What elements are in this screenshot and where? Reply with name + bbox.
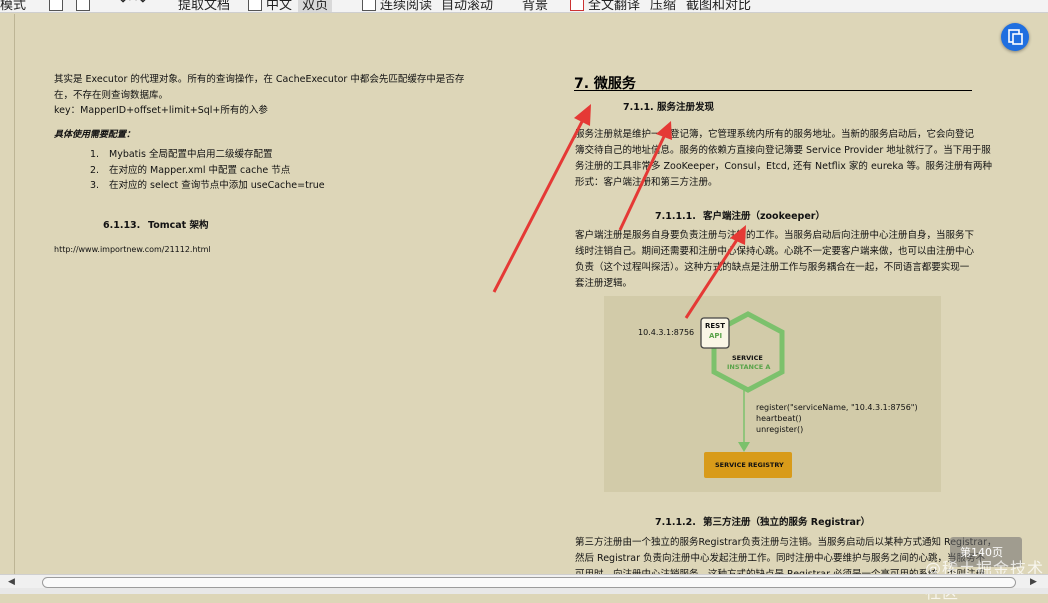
red-arrow-2 — [618, 127, 670, 231]
red-arrowhead-3 — [730, 225, 746, 245]
float-tool-button[interactable] — [1001, 23, 1029, 51]
status-bar — [0, 588, 1048, 594]
scroll-thumb[interactable] — [42, 577, 1016, 588]
red-arrow-3 — [684, 231, 744, 319]
red-arrow-1 — [492, 109, 590, 293]
scroll-left-icon[interactable]: ◀ — [8, 577, 15, 587]
scroll-right-icon[interactable]: ▶ — [1030, 577, 1037, 587]
horizontal-scrollbar[interactable]: ◀ ▶ — [0, 574, 1048, 589]
annotation-arrows — [492, 104, 746, 319]
document-icon — [1008, 29, 1023, 45]
